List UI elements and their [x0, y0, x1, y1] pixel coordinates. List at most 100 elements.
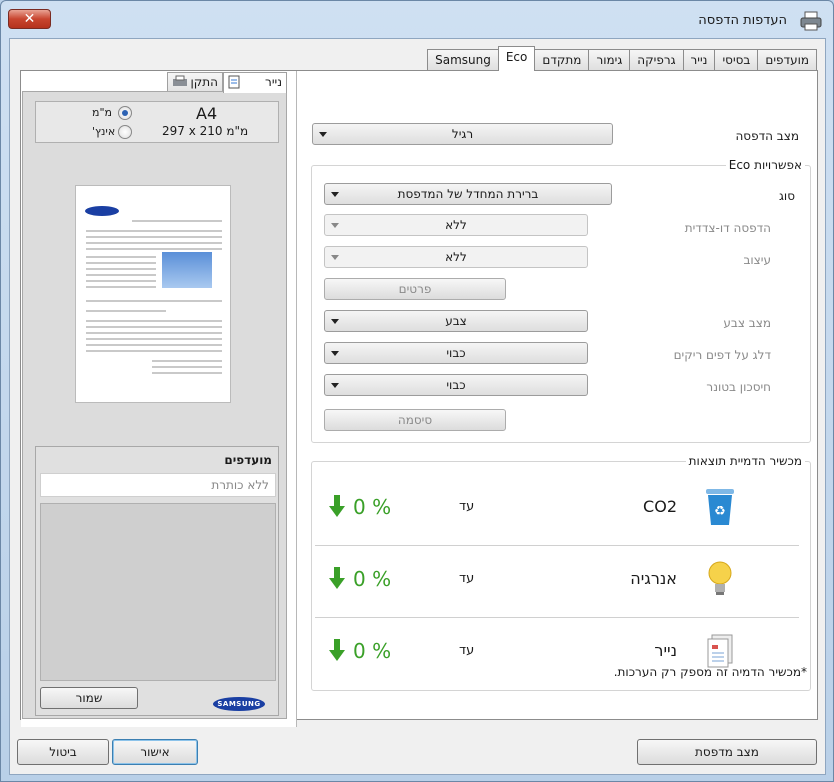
- document-icon: [228, 75, 240, 89]
- simulator-row-co2: 0 % עד CO2 ♻: [315, 475, 799, 543]
- thumb-line: [86, 332, 222, 334]
- toner-save-value: כבוי: [446, 378, 466, 392]
- favorites-title: מועדפים: [224, 453, 272, 467]
- thumb-line: [152, 360, 222, 362]
- dialog-client: מועדפים בסיסי נייר גרפיקה גימור מתקדם Ec…: [9, 38, 826, 775]
- green-down-arrow-icon: [329, 495, 345, 517]
- energy-to-label: עד: [459, 571, 475, 586]
- unit-mm-radio[interactable]: [118, 106, 132, 120]
- details-button[interactable]: פרטים: [324, 278, 506, 300]
- tab-advanced[interactable]: מתקדם: [534, 49, 590, 71]
- preview-tab-paper-label: נייר: [265, 75, 282, 89]
- thumb-line: [86, 300, 222, 302]
- chevron-down-icon: [331, 192, 339, 197]
- chevron-down-icon: [331, 223, 339, 228]
- close-button[interactable]: ✕: [8, 9, 51, 29]
- favorites-box: מועדפים ללא כותרת שמור: [35, 446, 279, 716]
- chevron-down-icon: [331, 255, 339, 260]
- type-label: סוג: [778, 189, 795, 203]
- print-mode-value: רגיל: [451, 127, 474, 141]
- color-mode-select[interactable]: צבע: [324, 310, 588, 332]
- co2-value: 0 %: [353, 495, 392, 519]
- recycle-bin-icon: ♻: [706, 489, 734, 525]
- thumbnail-sky-image: [162, 252, 212, 288]
- paper-size-name: A4: [196, 104, 218, 123]
- printer-status-button[interactable]: מצב מדפסת: [637, 739, 817, 765]
- ok-button[interactable]: אישור: [112, 739, 198, 765]
- layout-select[interactable]: ללא: [324, 246, 588, 268]
- tab-finishing[interactable]: גימור: [588, 49, 631, 71]
- chevron-down-icon: [331, 319, 339, 324]
- toner-save-select[interactable]: כבוי: [324, 374, 588, 396]
- thumb-line: [86, 326, 222, 328]
- row-separator: [315, 617, 799, 618]
- energy-value: 0 %: [353, 567, 392, 591]
- paper-size-box: A4 297 x 210 מ"מ מ"מ אינץ': [35, 101, 279, 143]
- thumb-line: [132, 220, 222, 222]
- thumb-line: [86, 286, 156, 288]
- thumb-line: [152, 372, 222, 374]
- thumb-line: [86, 262, 156, 264]
- eco-tab-panel: התקן נייר A4 297 x 210 מ"מ מ"מ אינץ' מוע…: [20, 70, 818, 727]
- preview-tab-paper[interactable]: נייר: [223, 72, 287, 93]
- print-mode-label: מצב הדפסה: [735, 129, 799, 143]
- favorites-name-input[interactable]: ללא כותרת: [40, 473, 276, 497]
- lightbulb-icon: [708, 561, 732, 595]
- simulator-footnote: *מכשיר הדמיה זה מספק רק הערכות.: [613, 665, 807, 679]
- tab-graphics[interactable]: גרפיקה: [629, 49, 684, 71]
- password-button[interactable]: סיסמה: [324, 409, 506, 431]
- tab-strip: מועדפים בסיסי נייר גרפיקה גימור מתקדם Ec…: [427, 46, 817, 71]
- tab-samsung[interactable]: Samsung: [427, 49, 499, 71]
- title-bar: ✕ העדפות הדפסה: [1, 1, 833, 39]
- tab-eco[interactable]: Eco: [497, 46, 536, 71]
- chevron-down-icon: [319, 132, 327, 137]
- thumb-line: [86, 338, 222, 340]
- thumb-line: [86, 248, 222, 250]
- preview-tab-device-label: התקן: [190, 75, 218, 89]
- thumb-line: [86, 230, 222, 232]
- energy-name: אנרגיה: [630, 569, 677, 588]
- layout-value: ללא: [445, 250, 467, 264]
- eco-options-title: אפשרויות Eco: [725, 158, 805, 172]
- tab-basic[interactable]: בסיסי: [714, 49, 759, 71]
- save-favorite-button[interactable]: שמור: [40, 687, 138, 709]
- co2-to-label: עד: [459, 499, 475, 514]
- samsung-logo: SAMSUNG: [213, 697, 265, 711]
- favorites-list[interactable]: [40, 503, 276, 681]
- cancel-button[interactable]: ביטול: [17, 739, 109, 765]
- type-value: ברירת המחדל של המדפסת: [397, 187, 539, 201]
- duplex-select[interactable]: ללא: [324, 214, 588, 236]
- thumb-line: [86, 320, 222, 322]
- preview-body: A4 297 x 210 מ"מ מ"מ אינץ' מועדפים ללא כ…: [22, 91, 287, 719]
- thumb-line: [86, 268, 156, 270]
- skip-blank-select[interactable]: כבוי: [324, 342, 588, 364]
- unit-inch-label: אינץ': [92, 125, 116, 138]
- thumb-line: [86, 344, 222, 346]
- type-select[interactable]: ברירת המחדל של המדפסת: [324, 183, 612, 205]
- page-preview-thumbnail: [75, 185, 231, 403]
- unit-inch-radio[interactable]: [118, 125, 132, 139]
- print-mode-select[interactable]: רגיל: [312, 123, 613, 145]
- toner-save-label: חיסכון בטונר: [706, 380, 771, 394]
- preview-tab-device[interactable]: התקן: [167, 72, 223, 92]
- thumbnail-logo: [85, 206, 119, 216]
- svg-text:♻: ♻: [714, 504, 726, 519]
- simulator-row-energy: 0 % עד אנרגיה: [315, 547, 799, 615]
- thumb-line: [152, 366, 222, 368]
- paper-value: 0 %: [353, 639, 392, 663]
- thumb-line: [86, 242, 222, 244]
- color-mode-label: מצב צבע: [723, 316, 771, 330]
- thumb-line: [86, 256, 156, 258]
- tab-paper[interactable]: נייר: [682, 49, 716, 71]
- printer-icon: [800, 11, 822, 31]
- color-mode-value: צבע: [445, 314, 467, 328]
- co2-name: CO2: [643, 497, 677, 516]
- layout-label: עיצוב: [743, 253, 771, 267]
- printer-small-icon: [173, 75, 187, 86]
- green-down-arrow-icon: [329, 567, 345, 589]
- tab-favorites[interactable]: מועדפים: [757, 49, 817, 71]
- duplex-value: ללא: [445, 218, 467, 232]
- thumb-line: [86, 280, 156, 282]
- eco-options-group: [311, 165, 811, 443]
- preview-pane: התקן נייר A4 297 x 210 מ"מ מ"מ אינץ' מוע…: [21, 71, 297, 727]
